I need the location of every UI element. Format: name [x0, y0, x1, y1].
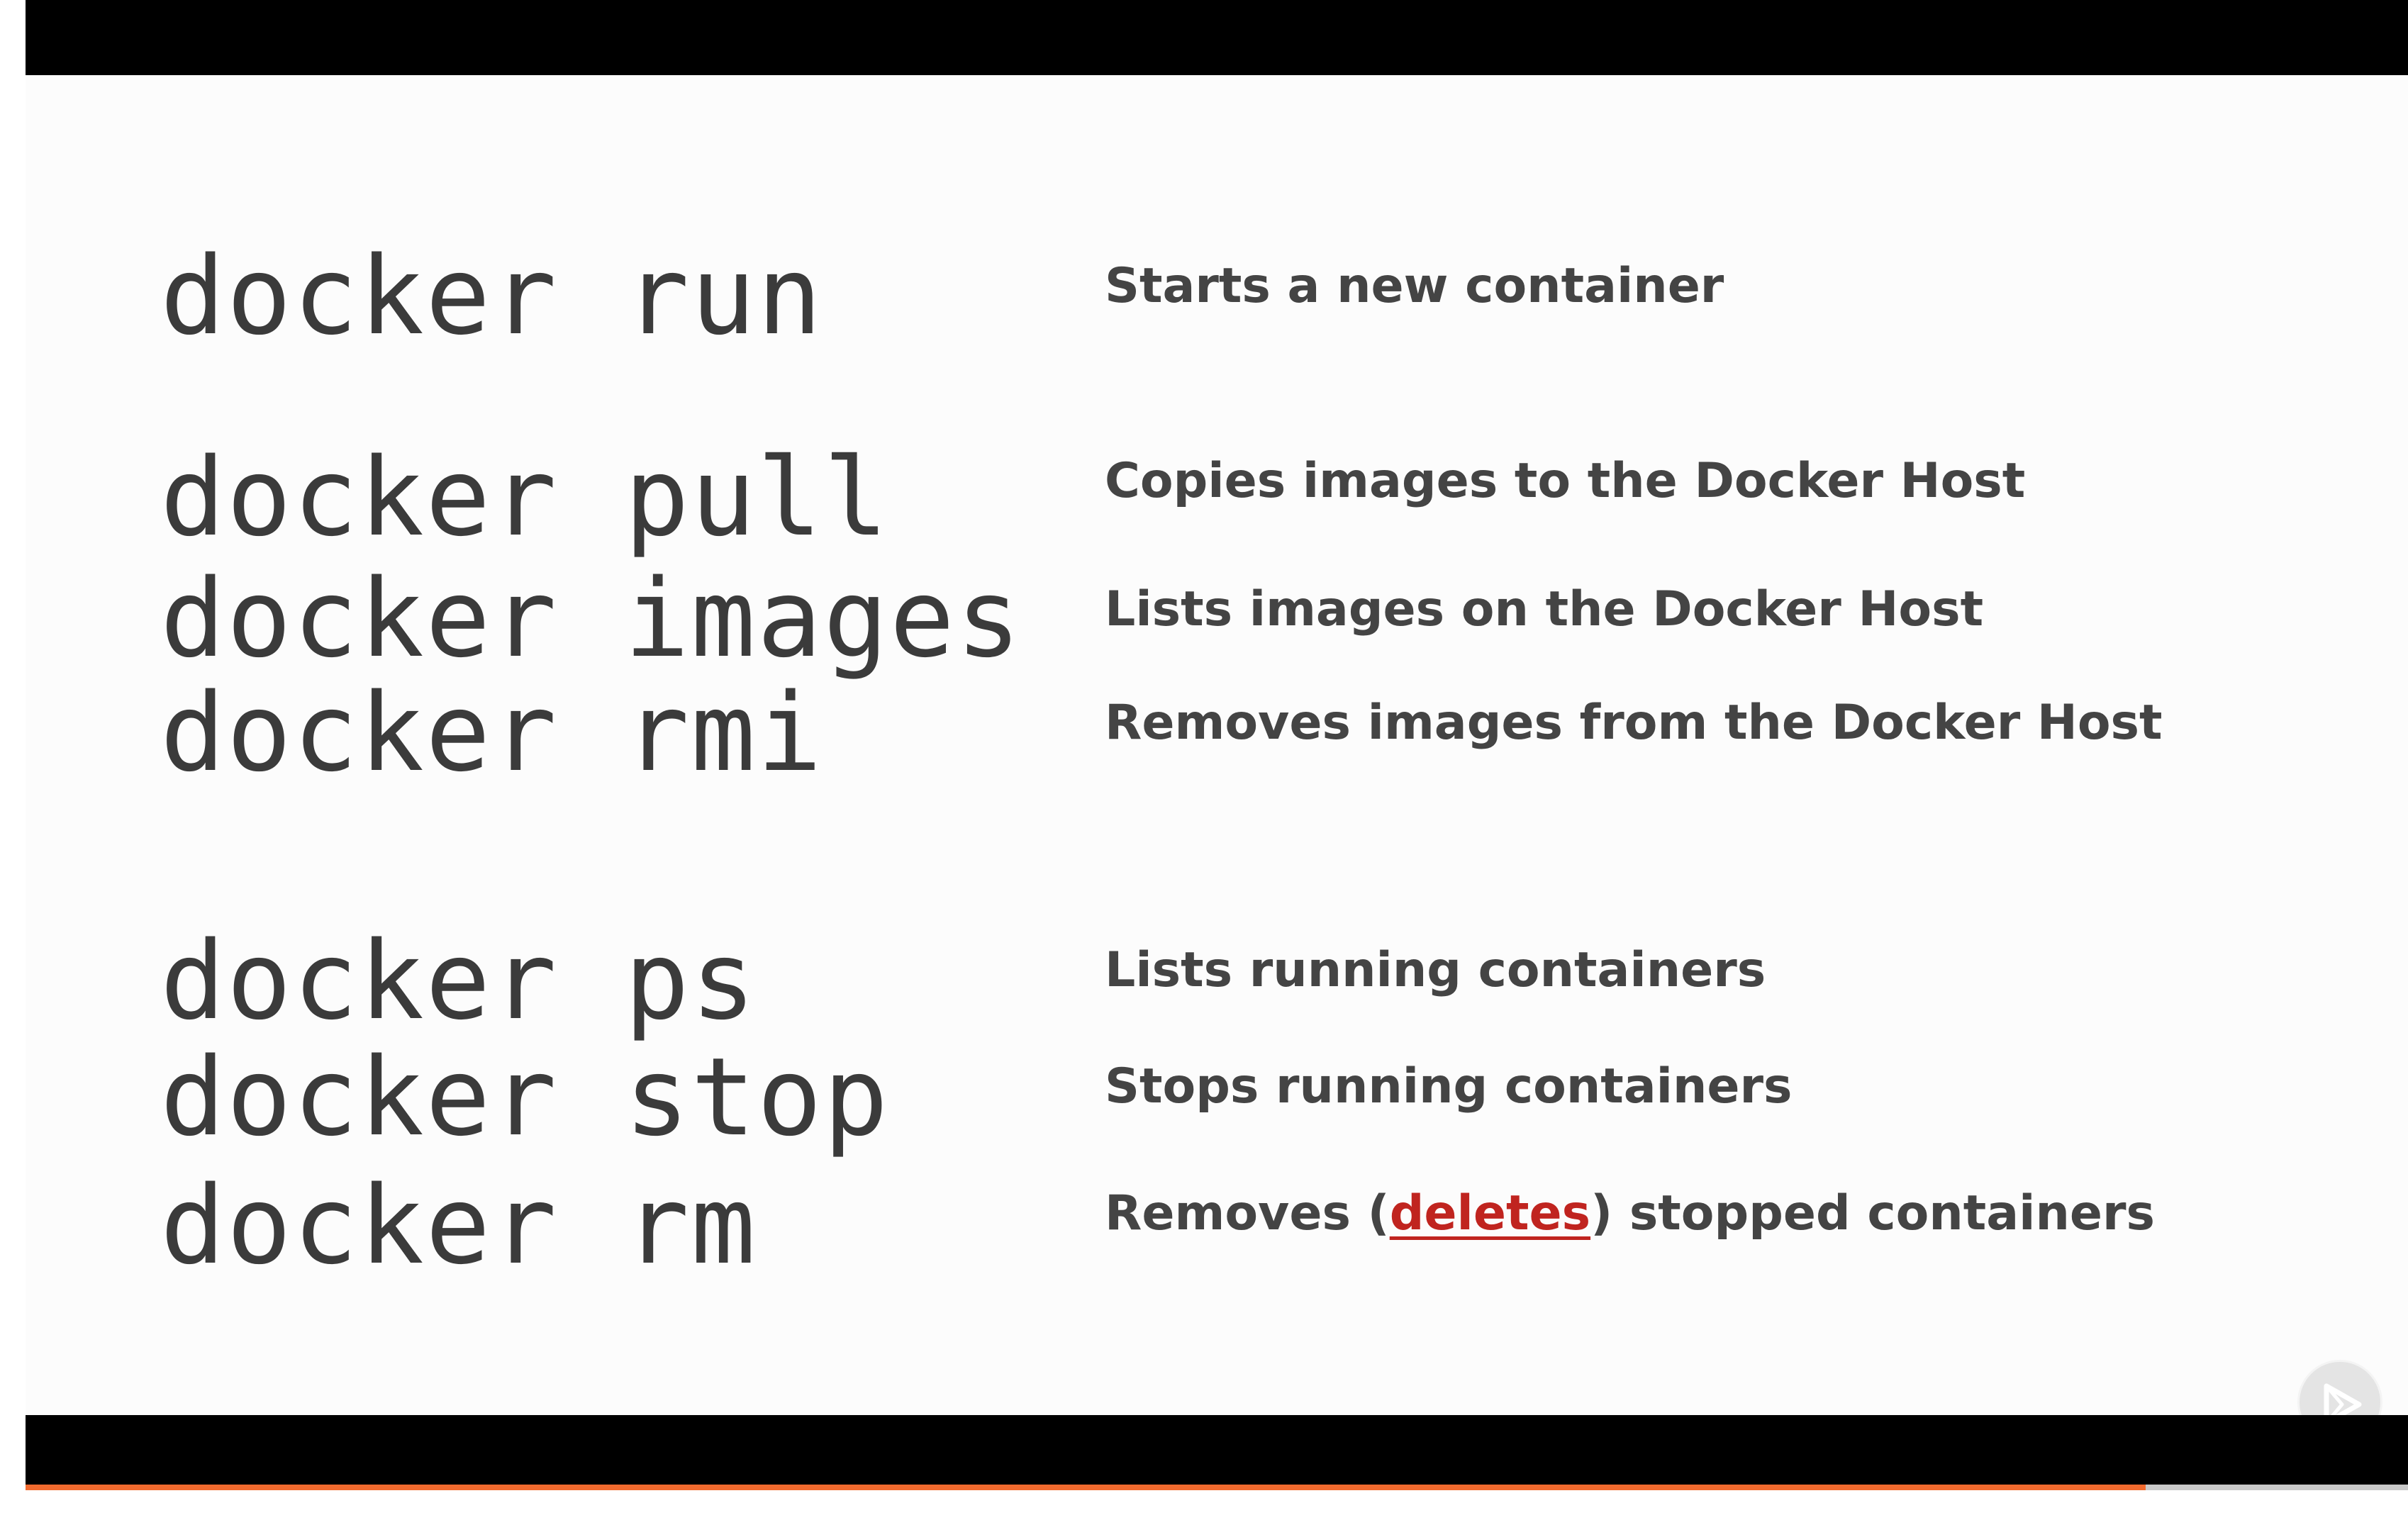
description-suffix: ) stopped containers	[1590, 1185, 2156, 1241]
command-docker-run: docker run	[160, 233, 824, 359]
description-docker-pull: Copies images to the Docker Host	[1105, 453, 2026, 509]
progress-fill	[26, 1485, 2146, 1490]
description-docker-stop: Stops running containers	[1105, 1058, 1793, 1114]
progress-bar[interactable]	[26, 1485, 2408, 1490]
deletes-highlight: deletes	[1389, 1185, 1591, 1241]
letterbox-bottom	[26, 1415, 2408, 1485]
command-docker-stop: docker stop	[160, 1034, 890, 1160]
slide: docker run Starts a new container docker…	[26, 75, 2408, 1445]
description-docker-ps: Lists running containers	[1105, 942, 1766, 998]
command-docker-rm: docker rm	[160, 1163, 757, 1288]
letterbox-top	[26, 0, 2408, 75]
description-docker-rmi: Removes images from the Docker Host	[1105, 695, 2163, 751]
command-docker-images: docker images	[160, 556, 1022, 681]
command-docker-rmi: docker rmi	[160, 670, 824, 795]
description-docker-rm: Removes (deletes) stopped containers	[1105, 1190, 2155, 1238]
command-docker-pull: docker pull	[160, 435, 890, 560]
description-prefix: Removes (	[1105, 1185, 1390, 1241]
command-docker-ps: docker ps	[160, 918, 757, 1044]
description-docker-run: Starts a new container	[1105, 258, 1724, 314]
video-player: docker run Starts a new container docker…	[0, 0, 2408, 1520]
description-docker-images: Lists images on the Docker Host	[1105, 581, 1984, 637]
